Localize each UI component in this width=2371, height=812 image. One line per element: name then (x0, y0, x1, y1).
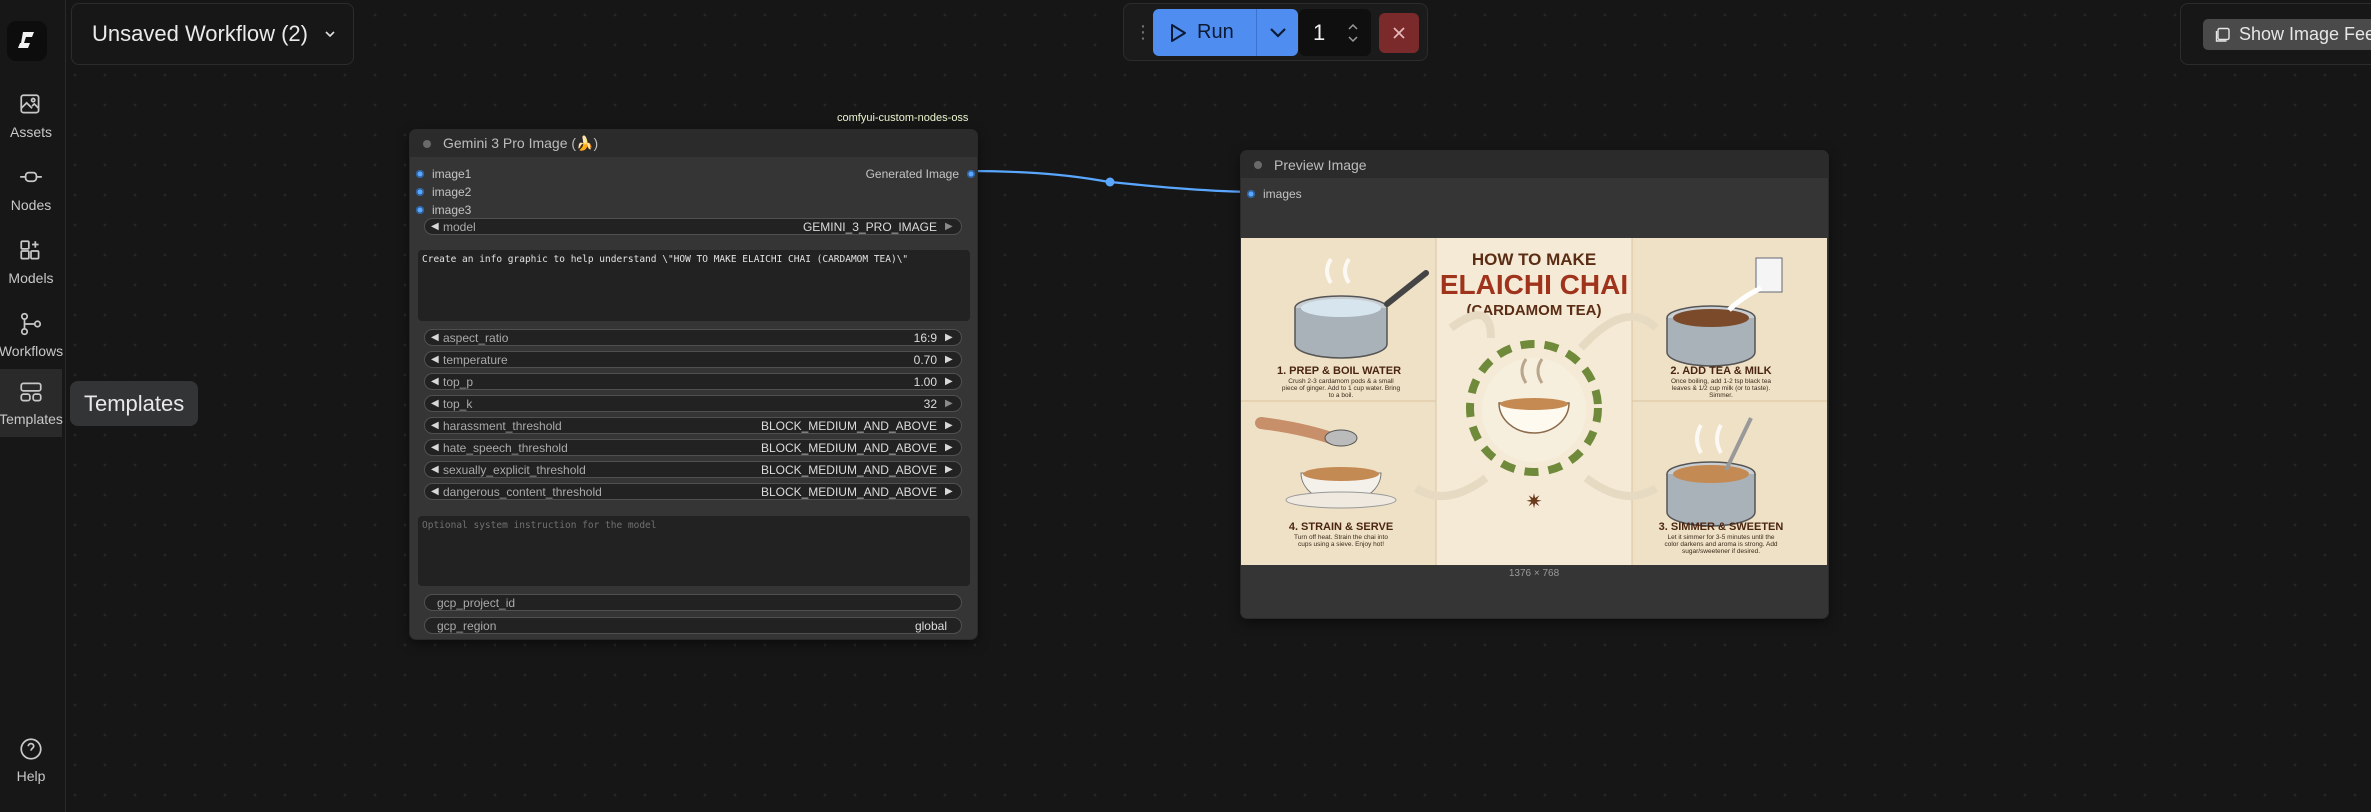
collapse-dot-icon[interactable] (423, 139, 431, 148)
svg-text:✷: ✷ (1526, 491, 1543, 513)
generated-infographic-image[interactable]: ✷ HOW TO MAKE ELAICHI CHAI (CARDAMOM TEA… (1241, 238, 1827, 565)
step-heading: 4. STRAIN & SERVE (1289, 521, 1393, 533)
gcp-project-id-field[interactable]: gcp_project_id (424, 594, 962, 611)
preview-image-node[interactable]: Preview Image images ✷ HOW TO MAKE ELAIC… (1241, 151, 1828, 618)
gcp-region-field[interactable]: gcp_region global (424, 617, 962, 634)
node-source-badge: comfyui-custom-nodes-oss (837, 112, 969, 124)
step-text: Let it simmer for 3-5 minutes until the … (1664, 534, 1778, 555)
widget-value: 0.70 (913, 352, 937, 367)
prompt-textarea[interactable]: Create an info graphic to help understan… (418, 250, 970, 321)
output-label: Generated Image (865, 167, 959, 181)
system-instruction-textarea[interactable]: Optional system instruction for the mode… (418, 516, 970, 586)
widget-label: gcp_region (437, 618, 497, 633)
widget-value: global (914, 618, 947, 633)
node-title: Gemini 3 Pro Image (🍌) (443, 135, 599, 151)
widget-label: top_p (443, 374, 474, 389)
arrow-left-icon[interactable]: ◀ (431, 354, 441, 365)
arrow-right-icon[interactable]: ▶ (945, 442, 955, 453)
widget-label: temperature (443, 352, 508, 367)
arrow-right-icon[interactable]: ▶ (945, 376, 955, 387)
arrow-left-icon[interactable]: ◀ (431, 464, 441, 475)
image-dimensions: 1376 × 768 (1508, 568, 1560, 579)
infographic-title-top: HOW TO MAKE (1472, 250, 1596, 269)
widget-label: model (443, 219, 476, 234)
node-header[interactable]: Gemini 3 Pro Image (🍌) (410, 130, 977, 157)
arrow-right-icon[interactable]: ▶ (945, 486, 955, 497)
widget-label: sexually_explicit_threshold (443, 462, 586, 477)
arrow-left-icon[interactable]: ◀ (431, 398, 441, 409)
infographic-drawing: ✷ HOW TO MAKE ELAICHI CHAI (CARDAMOM TEA… (1241, 238, 1827, 565)
arrow-right-icon[interactable]: ▶ (945, 464, 955, 475)
socket-icon[interactable] (416, 206, 424, 214)
node-title: Preview Image (1274, 156, 1367, 173)
arrow-left-icon[interactable]: ◀ (431, 442, 441, 453)
arrow-left-icon[interactable]: ◀ (431, 221, 441, 232)
step-heading: 2. ADD TEA & MILK (1670, 365, 1771, 377)
step-text: Turn off heat. Strain the chai into cups… (1294, 534, 1388, 548)
socket-icon[interactable] (1247, 190, 1255, 198)
arrow-right-icon[interactable]: ▶ (945, 221, 955, 232)
input-label: image3 (432, 203, 472, 217)
node-link-wire[interactable] (0, 0, 2371, 812)
output-socket-generated-image[interactable]: Generated Image (866, 167, 975, 181)
top-k-slider[interactable]: ◀ top_k 32 ▶ (424, 395, 962, 412)
widget-label: gcp_project_id (437, 595, 516, 610)
temperature-slider[interactable]: ◀ temperature 0.70 ▶ (424, 351, 962, 368)
input-label: images (1263, 187, 1302, 201)
input-socket-image2[interactable]: image2 (416, 185, 471, 199)
input-label: image2 (432, 185, 472, 199)
arrow-right-icon[interactable]: ▶ (945, 420, 955, 431)
widget-value: BLOCK_MEDIUM_AND_ABOVE (760, 462, 937, 477)
socket-icon[interactable] (416, 188, 424, 196)
widget-value: 1.00 (913, 374, 937, 389)
widget-value: 32 (923, 396, 937, 411)
widget-value: BLOCK_MEDIUM_AND_ABOVE (760, 440, 937, 455)
widget-value: GEMINI_3_PRO_IMAGE (802, 219, 937, 234)
input-label: image1 (432, 167, 472, 181)
collapse-dot-icon[interactable] (1254, 160, 1262, 169)
widget-label: hate_speech_threshold (443, 440, 568, 455)
top-p-slider[interactable]: ◀ top_p 1.00 ▶ (424, 373, 962, 390)
widget-label: aspect_ratio (443, 330, 509, 345)
arrow-left-icon[interactable]: ◀ (431, 486, 441, 497)
widget-label: dangerous_content_threshold (443, 484, 602, 499)
input-socket-image1[interactable]: image1 (416, 167, 471, 181)
input-socket-images[interactable]: images (1247, 187, 1302, 201)
input-socket-image3[interactable]: image3 (416, 203, 471, 217)
socket-icon[interactable] (967, 170, 975, 178)
arrow-right-icon[interactable]: ▶ (945, 398, 955, 409)
sexually-explicit-threshold-combo[interactable]: ◀ sexually_explicit_threshold BLOCK_MEDIUM… (424, 461, 962, 478)
widget-label: harassment_threshold (443, 418, 562, 433)
infographic-title-main: ELAICHI CHAI (1440, 269, 1628, 300)
widget-label: top_k (443, 396, 473, 411)
step-heading: 3. SIMMER & SWEETEN (1659, 521, 1784, 533)
step-text: Crush 2-3 cardamom pods & a small piece … (1281, 378, 1401, 399)
socket-icon[interactable] (416, 170, 424, 178)
hate-speech-threshold-combo[interactable]: ◀ hate_speech_threshold BLOCK_MEDIUM_AND_A… (424, 439, 962, 456)
harassment-threshold-combo[interactable]: ◀ harassment_threshold BLOCK_MEDIUM_AND_AB… (424, 417, 962, 434)
arrow-right-icon[interactable]: ▶ (945, 332, 955, 343)
arrow-left-icon[interactable]: ◀ (431, 332, 441, 343)
aspect-ratio-combo[interactable]: ◀ aspect_ratio 16:9 ▶ (424, 329, 962, 346)
widget-value: 16:9 (913, 330, 937, 345)
arrow-left-icon[interactable]: ◀ (431, 420, 441, 431)
widget-value: BLOCK_MEDIUM_AND_ABOVE (760, 418, 937, 433)
model-combo[interactable]: ◀ model GEMINI_3_PRO_IMAGE ▶ (424, 218, 962, 235)
gemini-node[interactable]: Gemini 3 Pro Image (🍌) image1 image2 ima… (410, 130, 977, 639)
node-header[interactable]: Preview Image (1241, 151, 1828, 178)
widget-value: BLOCK_MEDIUM_AND_ABOVE (760, 484, 937, 499)
arrow-right-icon[interactable]: ▶ (945, 354, 955, 365)
dangerous-content-threshold-combo[interactable]: ◀ dangerous_content_threshold BLOCK_MEDIUM… (424, 483, 962, 500)
step-heading: 1. PREP & BOIL WATER (1277, 365, 1401, 377)
arrow-left-icon[interactable]: ◀ (431, 376, 441, 387)
step-text: Once boiling, add 1-2 tsp black tea leav… (1670, 378, 1772, 399)
